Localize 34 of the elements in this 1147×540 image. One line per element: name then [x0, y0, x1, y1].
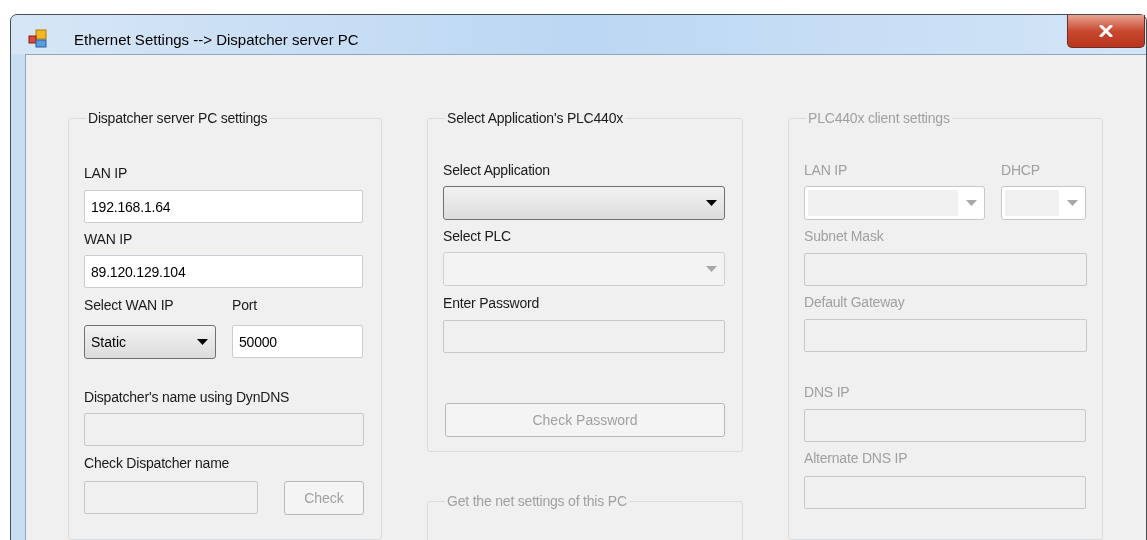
- field-label: Subnet Mask: [804, 228, 885, 245]
- field-label: Select WAN IP: [84, 297, 175, 314]
- caret-icon: [1066, 200, 1078, 206]
- field-label: LAN IP: [84, 165, 129, 182]
- text-field[interactable]: 192.168.1.64: [84, 190, 363, 223]
- caret-icon: [196, 339, 208, 345]
- window-title: Ethernet Settings --> Dispatcher server PC: [74, 31, 359, 49]
- field-label: Select Application: [443, 162, 551, 179]
- field-label: WAN IP: [84, 231, 134, 248]
- field-label: Dispatcher's name using DynDNS: [84, 389, 291, 406]
- group-title: PLC440x client settings: [807, 110, 951, 127]
- caret-icon: [705, 200, 717, 206]
- dropdown[interactable]: Static: [84, 325, 216, 359]
- field-label: Alternate DNS IP: [804, 450, 909, 467]
- field-label: Select PLC: [443, 228, 513, 245]
- field-label: Enter Password: [443, 295, 541, 312]
- close-button[interactable]: [1067, 15, 1145, 48]
- field-label: DNS IP: [804, 384, 851, 401]
- field-label: Port: [232, 297, 258, 314]
- group-title: Select Application's PLC440x: [446, 110, 625, 127]
- group-title: Dispatcher server PC settings: [87, 110, 269, 127]
- text-field[interactable]: 89.120.129.104: [84, 255, 363, 288]
- text-field[interactable]: 50000: [232, 325, 363, 358]
- caret-icon: [705, 266, 717, 272]
- group-title: Get the net settings of this PC: [446, 493, 628, 510]
- field-label: Default Gateway: [804, 294, 906, 311]
- field-label: LAN IP: [804, 162, 849, 179]
- dropdown-value: Static: [90, 332, 126, 352]
- field-label: DHCP: [1001, 162, 1041, 179]
- caret-icon: [965, 200, 977, 206]
- close-icon: [1099, 25, 1113, 37]
- dropdown[interactable]: [443, 186, 725, 220]
- app-icon: [28, 29, 48, 49]
- field-label: Check Dispatcher name: [84, 455, 231, 472]
